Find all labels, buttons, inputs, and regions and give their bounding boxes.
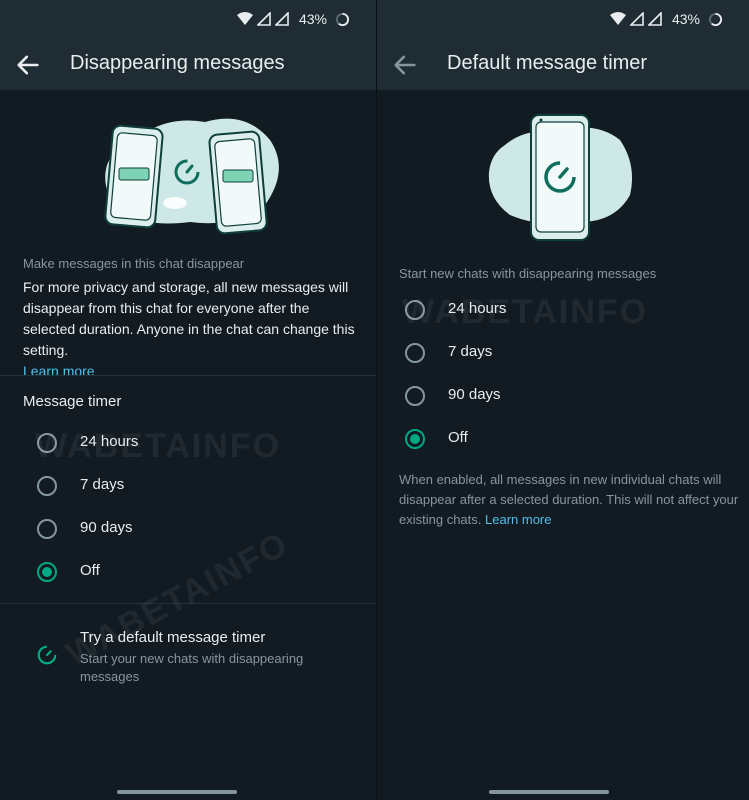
timer-option-24-hours[interactable]: 24 hours [377, 290, 749, 330]
radio-button[interactable] [37, 476, 57, 496]
timer-option-off[interactable]: Off [0, 552, 376, 592]
page-title: Default message timer [447, 52, 648, 74]
battery-percentage: 43% [671, 11, 700, 27]
intro-text: For more privacy and storage, all new me… [23, 279, 355, 358]
option-label: 7 days [80, 476, 125, 493]
radio-button-selected[interactable] [37, 562, 57, 582]
default-message-timer-screen: 43% Default message timer Start new chat… [377, 0, 749, 800]
phones-illustration [104, 118, 279, 235]
wifi-icon [609, 12, 626, 25]
divider [0, 603, 376, 604]
learn-more-link[interactable]: Learn more [485, 512, 551, 527]
disappearing-messages-screen: 43% Disappearing messages Make messages … [0, 0, 376, 800]
option-label: Off [80, 562, 100, 579]
timer-option-7-days[interactable]: 7 days [0, 466, 376, 506]
battery-ring-icon [708, 12, 723, 26]
radio-button[interactable] [405, 386, 425, 406]
option-label: 24 hours [448, 300, 507, 317]
signal-icon [274, 12, 289, 26]
radio-button-selected[interactable] [405, 429, 425, 449]
intro-text: Start new chats with disappearing messag… [399, 266, 657, 281]
status-bar: 43% [0, 0, 376, 40]
status-icons: 43% [609, 11, 723, 27]
back-arrow-icon[interactable] [14, 51, 42, 79]
intro-body: For more privacy and storage, all new me… [23, 277, 358, 382]
option-label: 24 hours [80, 433, 139, 450]
option-label: 90 days [80, 519, 133, 536]
status-bar: 43% [377, 0, 749, 40]
intro-heading: Make messages in this chat disappear [23, 256, 245, 271]
radio-button[interactable] [37, 519, 57, 539]
radio-button[interactable] [405, 300, 425, 320]
page-title: Disappearing messages [70, 52, 285, 74]
option-label: 90 days [448, 386, 501, 403]
timer-option-90-days[interactable]: 90 days [377, 376, 749, 416]
timer-option-90-days[interactable]: 90 days [0, 509, 376, 549]
status-icons: 43% [236, 11, 350, 27]
app-bar: Default message timer [377, 40, 749, 90]
timer-option-7-days[interactable]: 7 days [377, 333, 749, 373]
help-text: When enabled, all messages in new indivi… [399, 470, 739, 530]
divider [0, 375, 376, 376]
learn-more-link[interactable]: Learn more [23, 363, 95, 379]
back-arrow-icon[interactable] [391, 51, 419, 79]
timer-option-off[interactable]: Off [377, 419, 749, 459]
gesture-nav-bar[interactable] [489, 790, 609, 794]
option-label: 7 days [448, 343, 493, 360]
radio-button[interactable] [37, 433, 57, 453]
try-default-timer-subtitle: Start your new chats with disappearing m… [80, 651, 304, 684]
option-label: Off [448, 429, 468, 446]
gesture-nav-bar[interactable] [117, 790, 237, 794]
signal-icon [256, 12, 271, 26]
timer-icon [37, 645, 57, 665]
battery-percentage: 43% [298, 11, 327, 27]
signal-icon [629, 12, 644, 26]
wifi-icon [236, 12, 253, 25]
radio-button[interactable] [405, 343, 425, 363]
try-default-timer-title: Try a default message timer [80, 629, 266, 646]
signal-icon [647, 12, 662, 26]
battery-ring-icon [335, 12, 350, 26]
section-title-message-timer: Message timer [23, 393, 122, 410]
help-description: When enabled, all messages in new indivi… [399, 472, 739, 527]
timer-option-24-hours[interactable]: 24 hours [0, 423, 376, 463]
phone-timer-illustration [488, 114, 633, 241]
app-bar: Disappearing messages [0, 40, 376, 90]
